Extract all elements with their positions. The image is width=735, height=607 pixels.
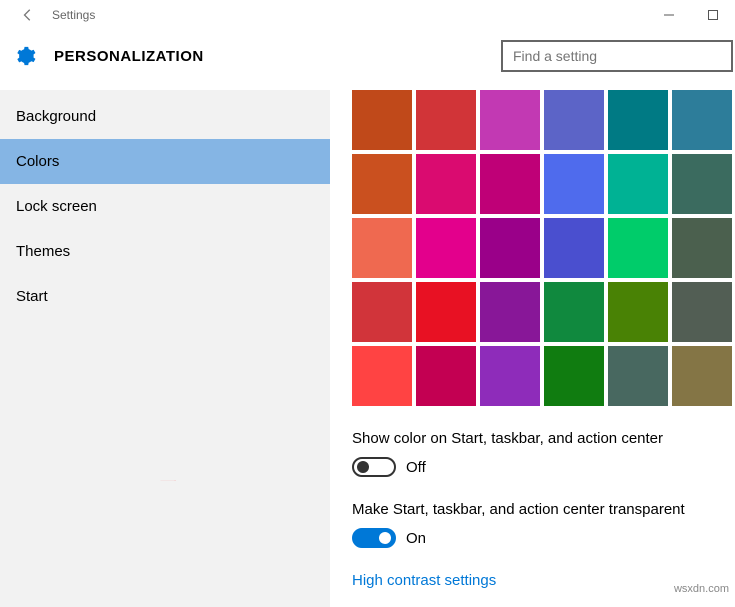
color-swatch[interactable]: [544, 154, 604, 214]
color-swatch[interactable]: [352, 282, 412, 342]
back-button[interactable]: [10, 8, 46, 22]
color-swatch[interactable]: [544, 346, 604, 406]
color-swatch[interactable]: [544, 90, 604, 150]
content-panel: Show color on Start, taskbar, and action…: [330, 90, 735, 607]
search-input[interactable]: [511, 47, 723, 65]
sidebar-item-colors[interactable]: Colors: [0, 139, 330, 184]
watermark: wsxdn.com: [674, 583, 729, 595]
show-color-label: Show color on Start, taskbar, and action…: [352, 430, 735, 447]
color-swatch[interactable]: [544, 282, 604, 342]
color-swatch[interactable]: [672, 218, 732, 278]
search-box[interactable]: [501, 40, 733, 72]
color-swatch[interactable]: [352, 154, 412, 214]
sidebar: BackgroundColorsLock screenThemesStart: [0, 90, 330, 607]
transparent-toggle[interactable]: [352, 528, 396, 548]
color-swatch[interactable]: [608, 282, 668, 342]
window-title: Settings: [52, 8, 95, 22]
annotation-arrow-icon: [18, 480, 318, 481]
color-swatch[interactable]: [608, 218, 668, 278]
minimize-button[interactable]: [647, 0, 691, 30]
color-swatch[interactable]: [352, 346, 412, 406]
show-color-toggle[interactable]: [352, 457, 396, 477]
transparent-label: Make Start, taskbar, and action center t…: [352, 501, 735, 518]
color-swatch[interactable]: [608, 346, 668, 406]
color-swatch[interactable]: [672, 282, 732, 342]
transparent-state: On: [406, 530, 426, 547]
color-swatch[interactable]: [608, 90, 668, 150]
color-swatch[interactable]: [480, 218, 540, 278]
back-arrow-icon: [21, 8, 35, 22]
show-color-state: Off: [406, 459, 426, 476]
color-swatch[interactable]: [672, 90, 732, 150]
color-swatch[interactable]: [672, 346, 732, 406]
color-swatch[interactable]: [352, 218, 412, 278]
color-swatch[interactable]: [416, 282, 476, 342]
color-swatch[interactable]: [416, 90, 476, 150]
gear-icon: [14, 45, 36, 67]
color-swatch[interactable]: [544, 218, 604, 278]
color-swatch[interactable]: [480, 346, 540, 406]
color-swatch[interactable]: [480, 90, 540, 150]
header: PERSONALIZATION: [0, 30, 735, 90]
window-controls: [647, 0, 735, 30]
color-swatch[interactable]: [480, 282, 540, 342]
sidebar-item-themes[interactable]: Themes: [0, 229, 330, 274]
color-swatch[interactable]: [480, 154, 540, 214]
main: BackgroundColorsLock screenThemesStart S…: [0, 90, 735, 607]
color-swatch[interactable]: [672, 154, 732, 214]
color-swatch[interactable]: [416, 154, 476, 214]
color-swatch[interactable]: [608, 154, 668, 214]
maximize-button[interactable]: [691, 0, 735, 30]
color-swatch[interactable]: [416, 346, 476, 406]
sidebar-item-lock-screen[interactable]: Lock screen: [0, 184, 330, 229]
page-title: PERSONALIZATION: [54, 48, 501, 65]
color-swatch[interactable]: [416, 218, 476, 278]
title-bar: Settings: [0, 0, 735, 30]
color-swatch-grid: [352, 90, 735, 406]
color-swatch[interactable]: [352, 90, 412, 150]
sidebar-item-background[interactable]: Background: [0, 94, 330, 139]
sidebar-item-start[interactable]: Start: [0, 274, 330, 319]
